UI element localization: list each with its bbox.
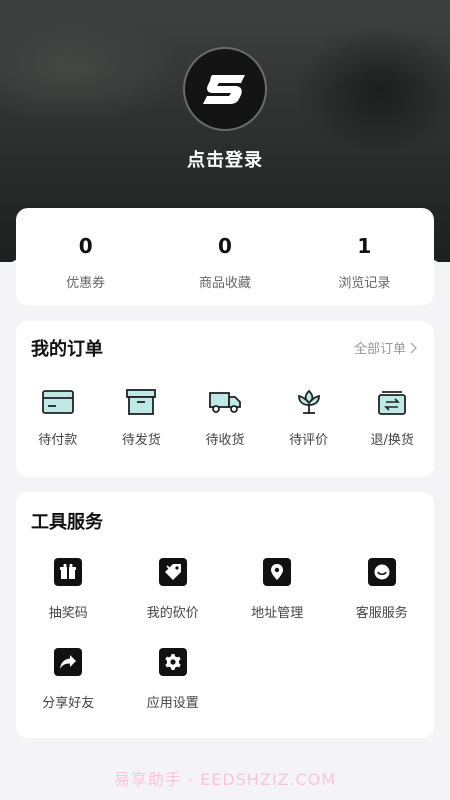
stat-value: 1 [357, 234, 372, 258]
order-item-label: 退/换货 [370, 433, 414, 448]
stat-label: 浏览记录 [338, 276, 391, 291]
order-item-label: 待收货 [205, 433, 245, 448]
order-return-exchange[interactable]: 退/换货 [350, 387, 434, 448]
chevron-right-icon [410, 342, 417, 353]
truck-icon [209, 392, 241, 413]
stat-label: 优惠券 [66, 276, 106, 291]
flower-icon [297, 389, 320, 414]
stat-value: 0 [218, 234, 232, 258]
all-orders-link[interactable]: 全部订单 [354, 338, 418, 357]
avatar[interactable] [183, 47, 267, 131]
stat-favorites[interactable]: 0 商品收藏 [155, 208, 294, 305]
tool-label: 地址管理 [251, 606, 304, 621]
exchange-icon [378, 391, 407, 415]
watermark: 易享助手 · EEDSHZIZ.COM [113, 770, 337, 789]
order-pending-payment[interactable]: 待付款 [16, 387, 100, 448]
stat-coupons[interactable]: 0 优惠券 [16, 208, 155, 305]
tool-my-bargain[interactable]: 我的砍价 [121, 558, 226, 648]
stats-card: 0 优惠券 0 商品收藏 1 浏览记录 [16, 208, 434, 305]
chat-icon [374, 564, 390, 580]
tool-label: 应用设置 [146, 696, 199, 711]
brand-s-logo-icon [203, 75, 245, 104]
order-pending-review[interactable]: 待评价 [267, 387, 351, 448]
tool-customer-service[interactable]: 客服服务 [330, 558, 435, 648]
gift-icon [60, 563, 77, 579]
all-orders-label: 全部订单 [353, 342, 406, 357]
orders-card: 我的订单 全部订单 待付款 待发货 待收货 待评价 退/换货 [16, 321, 434, 477]
tools-card: 工具服务 抽奖码 我的砍价 地址管理 客服服务 分享好友 应用设置 [16, 492, 434, 738]
gear-icon [165, 654, 181, 670]
order-status-row: 待付款 待发货 待收货 待评价 退/换货 [16, 387, 434, 448]
location-pin-icon [271, 564, 284, 580]
card-icon [41, 390, 74, 414]
order-item-label: 待发货 [121, 433, 161, 448]
tool-address-management[interactable]: 地址管理 [225, 558, 330, 648]
tool-app-settings[interactable]: 应用设置 [121, 648, 226, 738]
tool-share-friends[interactable]: 分享好友 [16, 648, 121, 738]
order-item-label: 待付款 [38, 433, 78, 448]
stat-history[interactable]: 1 浏览记录 [295, 208, 434, 305]
stat-label: 商品收藏 [198, 276, 251, 291]
stat-value: 0 [78, 234, 93, 258]
tool-lottery-code[interactable]: 抽奖码 [16, 558, 121, 648]
tool-label: 分享好友 [42, 696, 95, 711]
tool-grid: 抽奖码 我的砍价 地址管理 客服服务 分享好友 应用设置 [16, 558, 434, 738]
tool-label: 我的砍价 [146, 606, 199, 621]
share-icon [60, 655, 77, 669]
login-prompt[interactable]: 点击登录 [0, 146, 450, 172]
tool-label: 客服服务 [355, 606, 408, 621]
box-icon [126, 389, 157, 415]
order-pending-receipt[interactable]: 待收货 [183, 387, 267, 448]
orders-title: 我的订单 [31, 339, 103, 360]
order-pending-shipment[interactable]: 待发货 [100, 387, 184, 448]
tag-icon [164, 564, 181, 580]
order-item-label: 待评价 [289, 433, 329, 448]
tool-label: 抽奖码 [48, 606, 88, 621]
tools-title: 工具服务 [31, 512, 103, 533]
